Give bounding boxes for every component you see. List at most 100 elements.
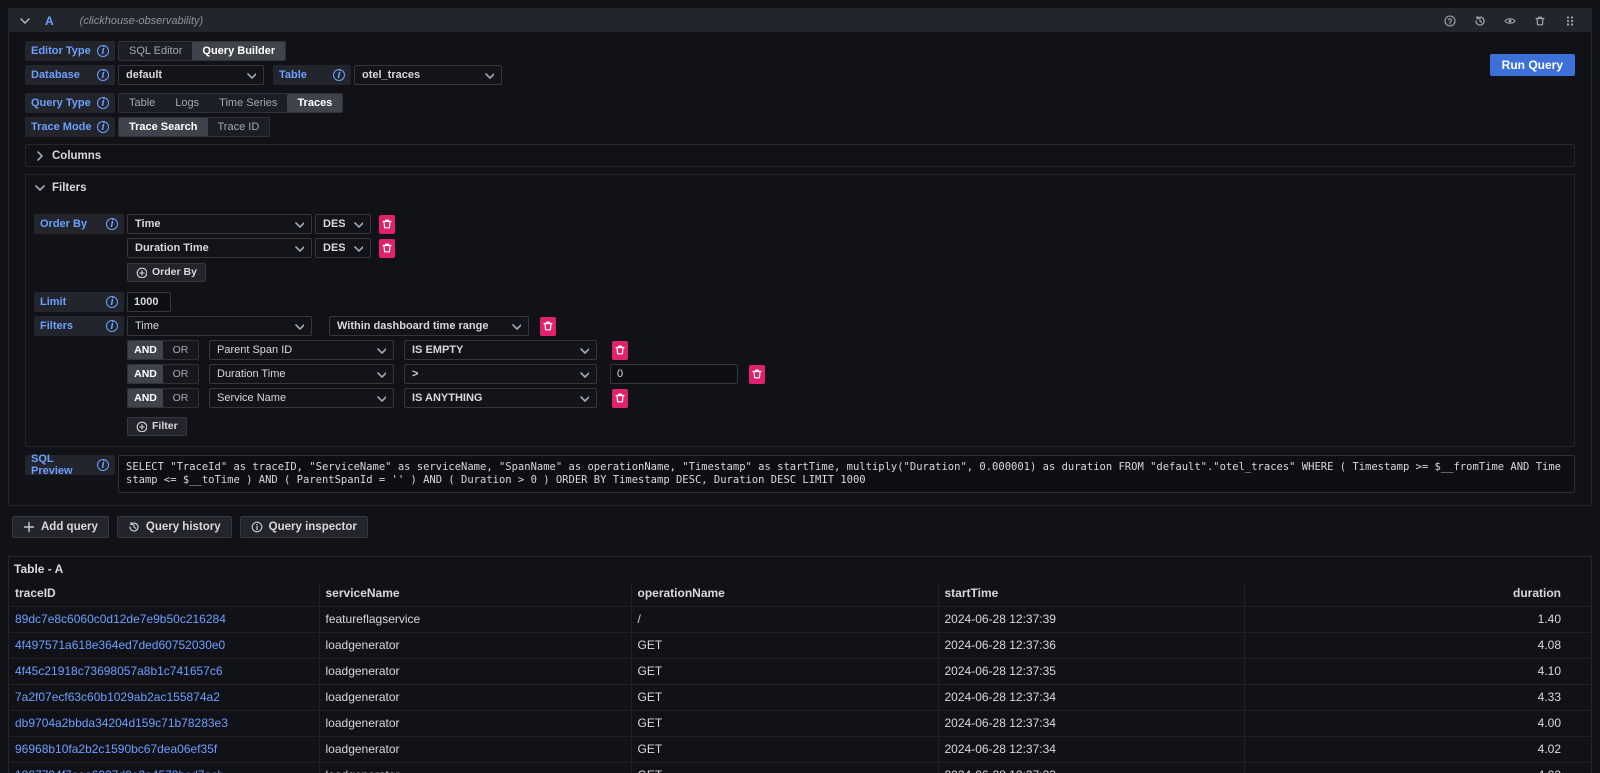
remove-filter-button[interactable] [540,317,556,336]
info-icon[interactable]: i [97,69,109,81]
order-by-field-select[interactable]: Time [127,214,312,234]
chevron-down-icon [246,70,256,80]
remove-order-by-button[interactable] [379,215,395,234]
remove-filter-button[interactable] [749,365,765,384]
filters-label: Filters i [34,316,124,336]
trace-id-link[interactable]: 7a2f07ecf63c60b1029ab2ac155874a2 [15,690,220,704]
start-time-cell: 2024-06-28 12:37:33 [938,763,1244,773]
filter-condition-row: AND OR Parent Span ID IS EMPTY [127,340,1566,360]
table-row: 7a2f07ecf63c60b1029ab2ac155874a2 loadgen… [9,685,1591,711]
filters-section-body: Order By i Time DESC [26,198,1574,446]
filter-operator-select[interactable]: IS EMPTY [404,340,597,360]
info-icon[interactable]: i [333,69,345,81]
trace-id-link[interactable]: 89dc7e8c6060c0d12de7e9b50c216284 [15,612,226,626]
remove-query-icon[interactable] [1529,12,1551,30]
editor-type-query-builder[interactable]: Query Builder [192,42,285,60]
info-icon[interactable]: i [106,218,118,230]
query-editor-panel: A (clickhouse-observability) Run Query E… [8,8,1592,506]
panel-title: Table - A [9,557,1591,582]
add-filter-button[interactable]: Filter [127,417,187,436]
chevron-down-icon [376,345,386,355]
help-icon[interactable] [1439,12,1461,30]
trace-id-link[interactable]: db9704a2bbda34204d159c71b78283e3 [15,716,228,730]
chevron-down-icon [579,369,589,379]
filter-field-select[interactable]: Duration Time [209,364,394,384]
remove-filter-button[interactable] [612,341,628,360]
col-header-operationname[interactable]: operationName [631,582,938,607]
chevron-down-icon [353,219,363,229]
operation-name-cell: GET [631,711,938,737]
remove-filter-button[interactable] [612,389,628,408]
col-header-traceid[interactable]: traceID [9,582,319,607]
bool-or-option[interactable]: OR [163,341,198,359]
filter-field-select[interactable]: Parent Span ID [209,340,394,360]
operation-name-cell: GET [631,685,938,711]
bool-or-option[interactable]: OR [163,365,198,383]
editor-type-sql-editor[interactable]: SQL Editor [119,42,192,60]
bool-or-option[interactable]: OR [163,389,198,407]
query-inspector-button[interactable]: Query inspector [240,516,368,538]
query-type-traces[interactable]: Traces [287,94,342,112]
query-history-button[interactable]: Query history [117,516,232,538]
chevron-down-icon [34,182,45,193]
info-icon[interactable]: i [106,320,118,332]
operation-name-cell: GET [631,763,938,773]
table-select[interactable]: otel_traces [354,65,502,85]
duration-cell: 1.40 [1244,607,1591,633]
trace-mode-trace-id[interactable]: Trace ID [208,118,270,136]
table-header-row: traceID serviceName operationName startT… [9,582,1591,607]
filter-operator-select[interactable]: Within dashboard time range [329,316,529,336]
trace-mode-group: Trace Search Trace ID [118,117,270,137]
col-header-servicename[interactable]: serviceName [319,582,631,607]
collapse-chevron-icon[interactable] [19,15,31,27]
info-icon[interactable]: i [97,121,109,133]
trace-id-link[interactable]: 1887794f7eaa6037d0e2a4579bcd7acb [15,768,224,773]
filters-section-header[interactable]: Filters [26,177,1574,198]
info-icon[interactable]: i [97,45,109,57]
sql-preview-row: SQL Preview i SELECT "TraceId" as traceI… [25,455,1575,493]
query-row-header[interactable]: A (clickhouse-observability) [9,9,1591,32]
query-type-time-series[interactable]: Time Series [209,94,287,112]
trace-id-link[interactable]: 96968b10fa2b2c1590bc67dea06ef35f [15,742,217,756]
col-header-starttime[interactable]: startTime [938,582,1244,607]
duration-cell: 4.10 [1244,659,1591,685]
filter-value-input[interactable] [610,364,738,384]
results-table: traceID serviceName operationName startT… [9,582,1591,773]
add-query-button[interactable]: Add query [12,516,109,538]
info-icon[interactable]: i [106,296,118,308]
database-select[interactable]: default [118,65,264,85]
bool-and-option[interactable]: AND [128,389,163,407]
chevron-right-icon [34,150,45,161]
duplicate-query-icon[interactable] [1469,12,1491,30]
order-by-direction-select[interactable]: DESC [315,238,371,258]
query-type-table[interactable]: Table [119,94,165,112]
remove-order-by-button[interactable] [379,239,395,258]
columns-section-header[interactable]: Columns [26,145,1574,166]
add-order-by-button[interactable]: Order By [127,263,206,282]
trace-id-link[interactable]: 4f497571a618e364ed7ded60752030e0 [15,638,225,652]
filter-field-select[interactable]: Service Name [209,388,394,408]
info-icon[interactable]: i [97,97,109,109]
order-by-direction-select[interactable]: DESC [315,214,371,234]
duration-cell: 4.08 [1244,633,1591,659]
trace-mode-trace-search[interactable]: Trace Search [119,118,208,136]
filter-condition-row: AND OR Duration Time > [127,364,1566,384]
chevron-down-icon [376,369,386,379]
trace-id-link[interactable]: 4f45c21918c73698057a8b1c741657c6 [15,664,223,678]
col-header-duration[interactable]: duration [1244,582,1591,607]
query-type-logs[interactable]: Logs [165,94,209,112]
hide-response-icon[interactable] [1499,12,1521,30]
filter-field-select[interactable]: Time [127,316,312,336]
info-icon[interactable]: i [97,459,109,471]
bool-and-option[interactable]: AND [128,341,163,359]
run-query-button[interactable]: Run Query [1490,54,1575,76]
chevron-down-icon [294,219,304,229]
limit-input[interactable] [127,292,171,312]
filter-operator-select[interactable]: > [404,364,597,384]
drag-handle-icon[interactable] [1559,12,1581,30]
chevron-down-icon [484,70,494,80]
service-name-cell: featureflagservice [319,607,631,633]
filter-operator-select[interactable]: IS ANYTHING [404,388,597,408]
order-by-field-select[interactable]: Duration Time [127,238,312,258]
bool-and-option[interactable]: AND [128,365,163,383]
